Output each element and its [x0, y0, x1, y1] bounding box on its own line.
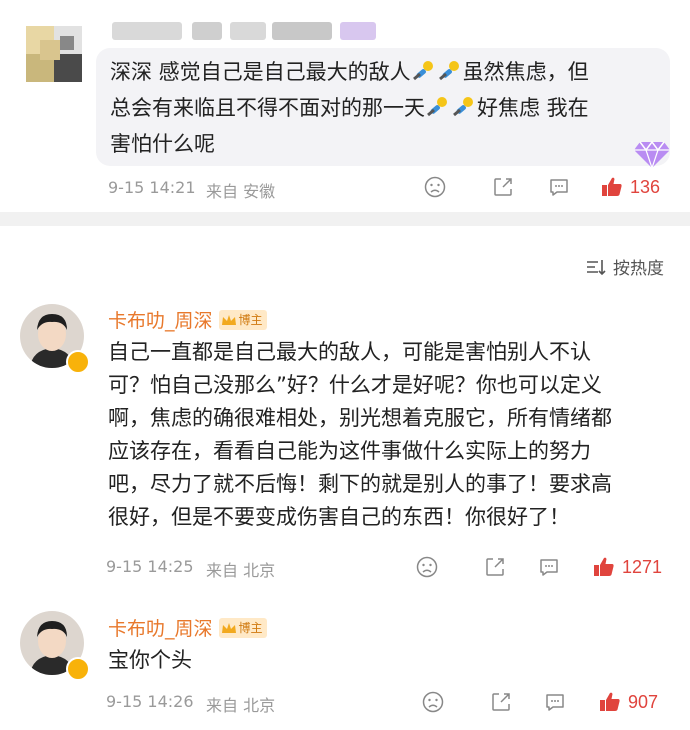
post-text: 深深 感觉自己是自己最大的敌人 虽然焦虑，但 总会有来临且不得不面对的那一天 好焦虑… — [110, 54, 660, 162]
post-location: 来自 安徽 — [206, 182, 276, 201]
comment-line: 很好，但是不要变成伤害自己的东西！你很好了！ — [108, 505, 570, 529]
host-badge: 博主 — [218, 617, 267, 638]
sort-by-hot-button[interactable]: 按热度 — [585, 254, 664, 279]
comment-location: 来自 北京 — [206, 696, 276, 715]
section-divider — [0, 212, 690, 226]
username-text: 卡布叻_周深 — [108, 618, 213, 640]
diamond-badge-icon — [634, 140, 670, 170]
comment-line: 应该存在，看看自己能为这件事做什么实际上的努力 — [108, 439, 591, 463]
comment-line: 啊，焦虑的确很难相处，别光想着克服它，所有情绪都 — [108, 406, 612, 430]
thumbs-up-icon — [602, 177, 622, 196]
cheer-stick-icon — [438, 61, 459, 81]
like-count: 907 — [628, 691, 659, 712]
post-time: 9-15 14:21 — [108, 178, 196, 197]
post-text-line: 好焦虑 我在 — [477, 96, 589, 120]
cheer-stick-icon — [427, 97, 447, 117]
crown-icon — [221, 622, 236, 633]
post-card: 深深 感觉自己是自己最大的敌人 虽然焦虑，但 总会有来临且不得不面对的那一天 好焦虑… — [0, 0, 690, 212]
comment-icon[interactable] — [544, 691, 566, 713]
comment-line: 自己一直都是自己最大的敌人，可能是害怕别人不认 — [108, 340, 591, 364]
thumbs-up-icon — [594, 557, 614, 576]
verified-badge-icon — [66, 657, 90, 681]
like-button[interactable]: 907 — [598, 690, 658, 714]
like-count: 1271 — [622, 556, 663, 577]
username-text: 卡布叻_周深 — [108, 310, 213, 332]
sort-label: 按热度 — [613, 259, 664, 279]
sort-icon — [587, 259, 606, 275]
comment-text: 自己一直都是自己最大的敌人，可能是害怕别人不认 可？怕自己没那么”好？什么才是好… — [108, 336, 668, 534]
like-button[interactable]: 136 — [600, 175, 660, 199]
comment-line: 吧，尽力了就不后悔！剩下的就是别人的事了！要求高 — [108, 472, 612, 496]
dislike-icon[interactable] — [422, 691, 444, 713]
comment-icon[interactable] — [548, 176, 570, 198]
thumbs-up-icon — [600, 692, 620, 711]
post-text-line: 虽然焦虑，但 — [462, 60, 589, 84]
comment-location: 来自 北京 — [206, 561, 276, 580]
post-text-line: 总会有来临且不得不面对的那一天 — [110, 96, 425, 120]
comment-text: 宝你个头 — [108, 644, 668, 677]
crown-icon — [221, 314, 236, 325]
share-icon[interactable] — [484, 556, 506, 578]
host-badge: 博主 — [218, 309, 267, 330]
like-count: 136 — [630, 176, 661, 197]
comment-line: 宝你个头 — [108, 648, 192, 672]
like-button[interactable]: 1271 — [592, 555, 662, 579]
comment-time: 9-15 14:26 — [106, 692, 194, 711]
comment-icon[interactable] — [538, 556, 560, 578]
blurred-avatar[interactable] — [26, 26, 82, 82]
blurred-username[interactable] — [112, 20, 412, 42]
dislike-icon[interactable] — [424, 176, 446, 198]
post-bubble: 深深 感觉自己是自己最大的敌人 虽然焦虑，但 总会有来临且不得不面对的那一天 好焦虑… — [96, 48, 670, 170]
comment-username[interactable]: 卡布叻_周深 博主 — [108, 614, 267, 641]
dislike-icon[interactable] — [416, 556, 438, 578]
share-icon[interactable] — [490, 691, 512, 713]
cheer-stick-icon — [453, 97, 473, 117]
host-badge-label: 博主 — [238, 313, 263, 327]
post-text-line: 深深 感觉自己是自己最大的敌人 — [110, 60, 411, 84]
cheer-stick-icon — [412, 61, 433, 81]
share-icon[interactable] — [492, 176, 514, 198]
post-text-line: 害怕什么呢 — [110, 132, 215, 156]
verified-badge-icon — [66, 350, 90, 374]
comment-username[interactable]: 卡布叻_周深 博主 — [108, 306, 267, 333]
comment-time: 9-15 14:25 — [106, 557, 194, 576]
comment-line: 可？怕自己没那么”好？什么才是好呢？你也可以定义 — [108, 373, 602, 397]
host-badge-label: 博主 — [238, 621, 263, 635]
